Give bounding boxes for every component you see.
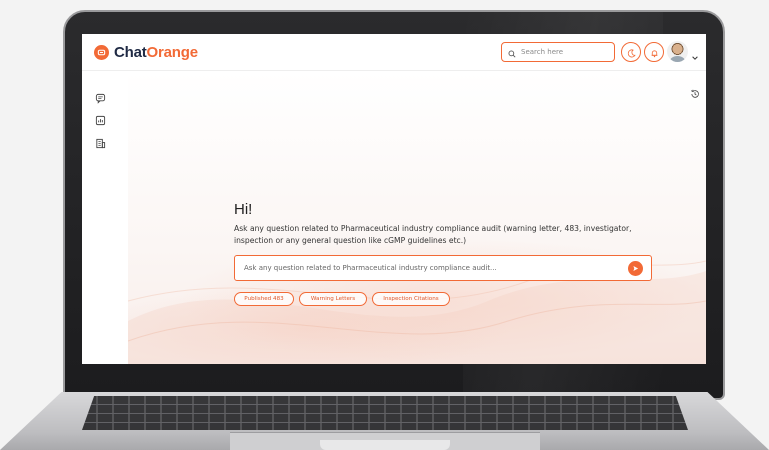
intro-text: Ask any question related to Pharmaceutic… (234, 224, 632, 245)
brand-name-orange: Orange (146, 44, 199, 61)
logo-icon (94, 45, 109, 60)
question-box[interactable] (234, 255, 652, 281)
theme-toggle-button[interactable] (621, 42, 641, 62)
brand-logo[interactable]: ChatOrange (94, 44, 198, 61)
top-bar: ChatOrange Search here (82, 34, 706, 71)
notifications-button[interactable] (644, 42, 664, 62)
chevron-down-icon[interactable] (691, 47, 699, 66)
chip-published-483[interactable]: Published 483 (234, 292, 294, 306)
app-screen: ChatOrange Search here Hi! Ask any quest… (82, 34, 706, 364)
sidebar (82, 71, 128, 364)
chip-inspection-citations[interactable]: Inspection Citations (372, 292, 450, 306)
brand-name-chat: Chat (114, 44, 147, 61)
question-input[interactable] (244, 264, 614, 272)
send-icon (633, 266, 639, 271)
report-icon[interactable] (95, 111, 107, 126)
building-icon[interactable] (95, 134, 107, 149)
avatar[interactable] (667, 41, 688, 62)
chat-icon[interactable] (95, 89, 107, 104)
bell-icon (650, 43, 659, 62)
search-box[interactable]: Search here (501, 42, 615, 62)
brand-name: ChatOrange (114, 44, 198, 61)
search-icon (508, 43, 516, 62)
laptop-keyboard (82, 396, 688, 430)
moon-icon (627, 43, 636, 62)
main-content: Hi! Ask any question related to Pharmace… (128, 71, 706, 364)
laptop-notch (320, 440, 450, 450)
history-icon[interactable] (690, 84, 700, 103)
suggestion-chips: Published 483 Warning Letters Inspection… (234, 292, 450, 306)
send-button[interactable] (628, 261, 643, 276)
greeting-heading: Hi! (234, 201, 253, 218)
chip-warning-letters[interactable]: Warning Letters (299, 292, 367, 306)
search-input[interactable]: Search here (521, 48, 563, 56)
